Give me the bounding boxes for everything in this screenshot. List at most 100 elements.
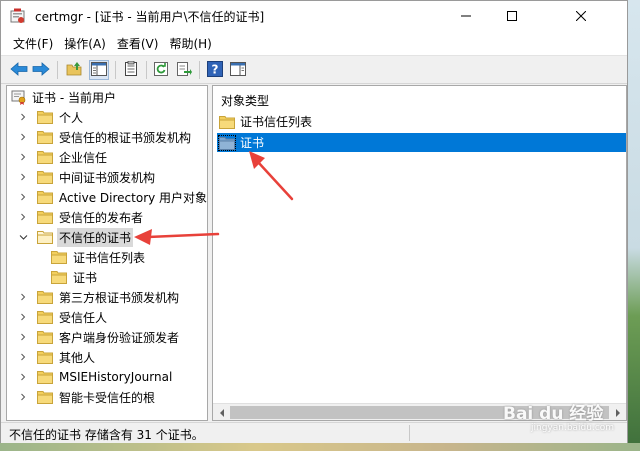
tree-item-label: 中间证书颁发机构 [59,170,156,185]
scroll-left-icon[interactable] [213,404,230,420]
chevron-right-icon[interactable] [17,127,29,147]
tree-item-label: 第三方根证书颁发机构 [59,290,180,305]
maximize-button[interactable] [489,1,535,31]
status-divider [409,425,410,441]
list-item-ctl[interactable]: 证书信任列表 [217,112,626,131]
close-button[interactable] [535,1,627,31]
chevron-right-icon[interactable] [17,327,29,347]
tree-item-label: 客户端身份验证颁发者 [59,330,180,345]
watermark-logo: Bai du 经验 jingyan.baidu.com [503,397,625,443]
watermark-sub-text: jingyan.baidu.com [531,423,615,433]
list-pane[interactable]: 对象类型 证书信任列表 证书 [212,85,627,421]
tree-item-enterprise-trust[interactable]: 企业信任 [17,147,207,167]
tree-item-label: 不信任的证书 [57,227,134,247]
properties-button[interactable] [121,60,141,80]
chevron-right-icon[interactable] [17,387,29,407]
chevron-right-icon[interactable] [17,147,29,167]
chevron-right-icon[interactable] [17,107,29,127]
folder-open-icon [37,230,53,244]
folder-icon [37,150,53,164]
tree-subitem-certificates[interactable]: 证书 [51,267,207,287]
tree-pane[interactable]: 证书 - 当前用户 个人 受信任的根证书颁发机构 企业信任 中间证书颁发机构 A… [6,85,208,421]
tree-item-label: 受信任的发布者 [59,210,144,225]
watermark-main-text: Bai du 经验 [503,404,604,424]
folder-icon [51,270,67,284]
list-item-label: 证书 [240,136,265,150]
column-header-object-type[interactable]: 对象类型 [221,92,269,109]
chevron-right-icon[interactable] [17,307,29,327]
toolbar-separator [199,61,200,79]
export-list-icon [176,61,192,80]
export-list-button[interactable] [174,60,194,80]
forward-button[interactable] [31,60,51,80]
minimize-button[interactable] [443,1,489,31]
menu-help[interactable]: 帮助(H) [163,35,216,52]
refresh-button[interactable] [151,60,171,80]
folder-icon [37,290,53,304]
tree-item-msie-history-journal[interactable]: MSIEHistoryJournal [17,367,207,387]
help-icon: ? [207,60,223,80]
chevron-right-icon[interactable] [17,367,29,387]
certificate-store-icon [11,89,27,105]
list-item-certificates[interactable]: 证书 [217,133,626,152]
tree-item-trusted-publishers[interactable]: 受信任的发布者 [17,207,207,227]
chevron-right-icon[interactable] [17,347,29,367]
status-text: 不信任的证书 存储含有 31 个证书。 [9,428,204,442]
tree-item-personal[interactable]: 个人 [17,107,207,127]
folder-icon [51,250,67,264]
tree-item-trusted-root-ca[interactable]: 受信任的根证书颁发机构 [17,127,207,147]
tree-item-label: MSIEHistoryJournal [59,370,173,384]
tree-item-label: 智能卡受信任的根 [59,390,156,405]
tree-item-ad-user-object[interactable]: Active Directory 用户对象 [17,187,207,207]
tree-item-client-auth-issuers[interactable]: 客户端身份验证颁发者 [17,327,207,347]
menu-file[interactable]: 文件(F) [13,35,58,52]
up-folder-icon [66,61,84,80]
chevron-right-icon[interactable] [17,167,29,187]
tree-item-other-people[interactable]: 其他人 [17,347,207,367]
toolbar-separator [146,61,147,79]
svg-text:?: ? [212,62,219,76]
tree-item-untrusted-certificates[interactable]: 不信任的证书 [17,227,207,247]
chevron-down-icon[interactable] [17,227,29,247]
up-folder-button[interactable] [65,60,85,80]
show-tree-button[interactable] [89,60,109,80]
title-bar: certmgr - [证书 - 当前用户\不信任的证书] [1,1,627,31]
folder-icon [37,390,53,404]
menu-action[interactable]: 操作(A) [58,35,111,52]
folder-icon [219,115,235,129]
tree-item-smart-card-trusted-roots[interactable]: 智能卡受信任的根 [17,387,207,407]
help-button[interactable]: ? [205,60,225,80]
tree-subitem-ctl[interactable]: 证书信任列表 [51,247,207,267]
tree-item-trusted-people[interactable]: 受信任人 [17,307,207,327]
tree-item-intermediate-ca[interactable]: 中间证书颁发机构 [17,167,207,187]
menu-bar: 文件(F) 操作(A) 查看(V) 帮助(H) [1,31,627,55]
properties-icon [124,60,138,80]
tree-root[interactable]: 证书 - 当前用户 [11,87,207,107]
folder-icon [218,134,236,151]
folder-icon [37,130,53,144]
menu-view[interactable]: 查看(V) [111,35,164,52]
tree-item-label: 证书信任列表 [73,250,146,265]
tree-item-label: 受信任人 [59,310,108,325]
folder-icon [37,170,53,184]
toolbar: ? [1,55,627,84]
chevron-right-icon[interactable] [17,187,29,207]
folder-icon [37,370,53,384]
tree-item-label: 个人 [59,110,84,125]
back-button[interactable] [9,60,29,80]
tree-item-third-party-root-ca[interactable]: 第三方根证书颁发机构 [17,287,207,307]
folder-icon [37,210,53,224]
desktop-background-bottom [0,443,640,451]
list-item-label: 证书信任列表 [240,115,313,129]
folder-icon [37,310,53,324]
chevron-right-icon[interactable] [17,287,29,307]
certmgr-app-icon [10,8,26,24]
back-icon [10,61,28,79]
forward-icon [32,61,50,79]
show-hide-action-pane-button[interactable] [228,60,248,80]
tree-item-label: 证书 [73,270,98,285]
show-hide-action-pane-icon [230,61,246,79]
chevron-right-icon[interactable] [17,207,29,227]
toolbar-separator [57,61,58,79]
refresh-icon [153,61,169,80]
